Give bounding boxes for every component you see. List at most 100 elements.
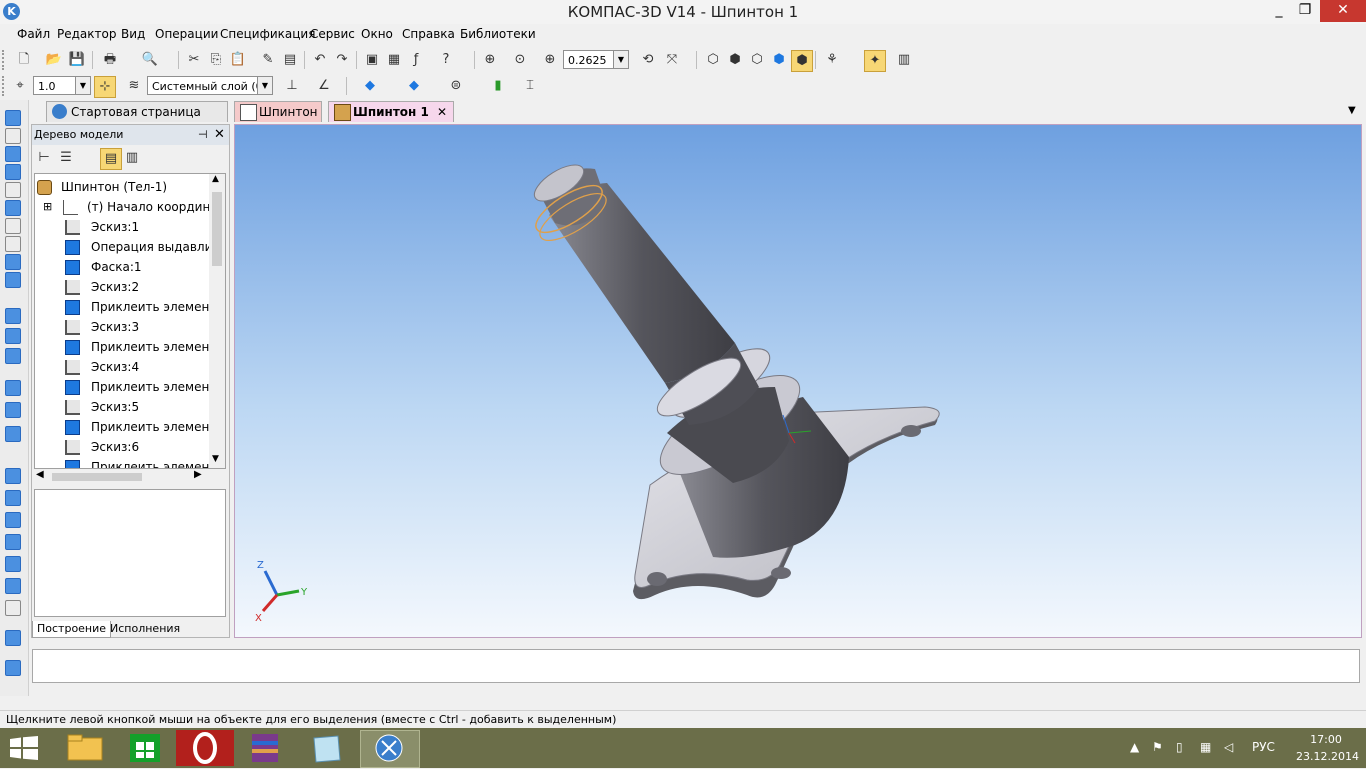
paste-icon[interactable]: 📋 — [228, 50, 248, 70]
chevron-left-icon[interactable]: ◀ — [36, 469, 44, 480]
mirror-icon[interactable] — [5, 556, 21, 572]
rotate-icon[interactable]: ⟲ — [638, 50, 658, 70]
opera-icon[interactable] — [176, 730, 234, 766]
dimensions-icon[interactable] — [5, 272, 21, 288]
tab-executions[interactable]: Исполнения — [106, 621, 184, 637]
minimize-button[interactable]: _ — [1266, 0, 1292, 22]
grid-icon[interactable]: ⊹ — [94, 76, 116, 98]
show-hidden-icons-icon[interactable]: ▲ — [1130, 740, 1139, 754]
measure-icon[interactable]: ▥ — [894, 50, 914, 70]
toolbar-grip[interactable] — [2, 76, 10, 96]
system-clock[interactable]: 17:00 23.12.2014 — [1296, 731, 1359, 765]
maximize-button[interactable]: ❐ — [1292, 0, 1318, 22]
thin-lines-icon[interactable]: ⬡ — [747, 50, 767, 70]
spatial-curve-icon[interactable] — [5, 128, 21, 144]
redo-icon[interactable]: ↷ — [332, 50, 352, 70]
save-icon[interactable]: 💾 — [67, 50, 87, 70]
tab-spinton[interactable]: Шпинтон — [234, 101, 322, 122]
menu-window[interactable]: Окно — [361, 27, 393, 41]
power-icon[interactable]: ▯ — [1176, 740, 1183, 754]
shaded-icon[interactable]: ⬢ — [769, 50, 789, 70]
cut-revolve-icon[interactable] — [5, 402, 21, 418]
chevron-down-icon[interactable]: ▼ — [212, 454, 219, 464]
layer-combo[interactable]: Системный слой (0) ▼ — [147, 76, 273, 95]
variables-icon[interactable]: ƒ — [406, 50, 426, 70]
extrude-icon[interactable] — [5, 308, 21, 324]
close-icon[interactable]: ✕ — [214, 125, 225, 145]
zoom-in-icon[interactable]: ⊕ — [540, 50, 560, 70]
undo-icon[interactable]: ↶ — [310, 50, 330, 70]
winrar-icon[interactable] — [236, 730, 294, 766]
tree-build-icon[interactable]: ▤ — [100, 148, 122, 170]
section-icon[interactable] — [5, 630, 21, 646]
chevron-down-icon[interactable]: ▼ — [1348, 105, 1356, 116]
toolbar-grip[interactable] — [2, 50, 10, 70]
copy-array-icon[interactable] — [5, 578, 21, 594]
step-combo[interactable]: 1.0 ▼ — [33, 76, 91, 95]
network-icon[interactable]: ▦ — [1200, 740, 1211, 754]
slope-icon[interactable] — [5, 534, 21, 550]
help-icon[interactable]: ? — [436, 50, 456, 70]
library-tool-icon[interactable] — [5, 660, 21, 676]
scroll-thumb[interactable] — [52, 473, 142, 481]
action-center-icon[interactable]: ⚑ — [1152, 740, 1163, 754]
paint-icon[interactable] — [298, 730, 356, 766]
chevron-down-icon[interactable]: ▼ — [257, 77, 272, 94]
tab-start-page[interactable]: Стартовая страница — [46, 101, 228, 122]
preview-icon[interactable]: 🔍 — [140, 50, 160, 70]
orientation-icon[interactable]: ⤧ — [662, 50, 682, 70]
elements-icon[interactable] — [5, 254, 21, 270]
part-editing-icon[interactable] — [5, 110, 21, 126]
tree-vertical-scrollbar[interactable]: ▲ ▼ — [209, 174, 225, 468]
cut-icon[interactable]: ✂ — [184, 50, 204, 70]
filter-icon[interactable] — [5, 200, 21, 216]
perspective-icon[interactable]: ✦ — [864, 50, 886, 72]
auxiliary-geometry-icon[interactable] — [5, 182, 21, 198]
fillet-icon[interactable] — [5, 426, 21, 442]
print-icon[interactable]: 🖶 — [100, 50, 120, 70]
revolve-icon[interactable] — [5, 328, 21, 344]
properties-icon[interactable]: ▤ — [280, 50, 300, 70]
menu-operations[interactable]: Операции — [155, 27, 218, 41]
tree-horizontal-scrollbar[interactable]: ◀ ▶ — [34, 469, 206, 485]
model-viewport[interactable]: Z Y X — [234, 124, 1362, 638]
windows-start-icon[interactable] — [10, 736, 38, 760]
close-icon[interactable]: ✕ — [437, 102, 447, 122]
dimension-icon[interactable]: ⌶ — [520, 76, 540, 96]
new-file-icon[interactable]: 🗋 — [14, 50, 34, 70]
pin-icon[interactable]: ⊣ — [198, 125, 208, 145]
array-icon[interactable] — [5, 164, 21, 180]
measure-icon[interactable] — [5, 218, 21, 234]
tree-structure-icon[interactable]: ⊢ — [34, 148, 54, 168]
close-button[interactable]: ✕ — [1320, 0, 1366, 22]
menu-service[interactable]: Сервис — [310, 27, 355, 41]
expand-icon[interactable]: ⊞ — [43, 197, 52, 217]
copy-icon[interactable]: ⎘ — [206, 50, 226, 70]
kompas-icon[interactable] — [360, 730, 420, 768]
chevron-down-icon[interactable]: ▼ — [613, 51, 628, 68]
surface-icon[interactable] — [5, 146, 21, 162]
component-icon[interactable]: ▮ — [488, 76, 508, 96]
hidden-lines-icon[interactable]: ⬢ — [725, 50, 745, 70]
file-explorer-icon[interactable] — [56, 730, 114, 766]
volume-icon[interactable]: ◁ — [1224, 740, 1233, 754]
library-icon[interactable]: ▦ — [384, 50, 404, 70]
color-icon[interactable]: ◆ — [404, 76, 424, 96]
chevron-up-icon[interactable]: ▲ — [212, 174, 219, 184]
format-brush-icon[interactable]: ✎ — [258, 50, 278, 70]
mate-icon[interactable]: ⊜ — [446, 76, 466, 96]
menu-editor[interactable]: Редактор — [57, 27, 116, 41]
property-panel[interactable] — [32, 649, 1360, 683]
zoom-window-icon[interactable]: ⊕ — [480, 50, 500, 70]
menu-file[interactable]: Файл — [17, 27, 50, 41]
chevron-right-icon[interactable]: ▶ — [194, 469, 202, 480]
sheet-icon[interactable] — [5, 236, 21, 252]
rib-icon[interactable] — [5, 490, 21, 506]
scroll-thumb[interactable] — [212, 192, 222, 266]
coordinate-system-icon[interactable]: ⊥ — [282, 76, 302, 96]
language-indicator[interactable]: РУС — [1252, 740, 1275, 754]
cut-extrude-icon[interactable] — [5, 380, 21, 396]
menu-view[interactable]: Вид — [121, 27, 145, 41]
menu-libraries[interactable]: Библиотеки — [460, 27, 536, 41]
manager-icon[interactable]: ▣ — [362, 50, 382, 70]
